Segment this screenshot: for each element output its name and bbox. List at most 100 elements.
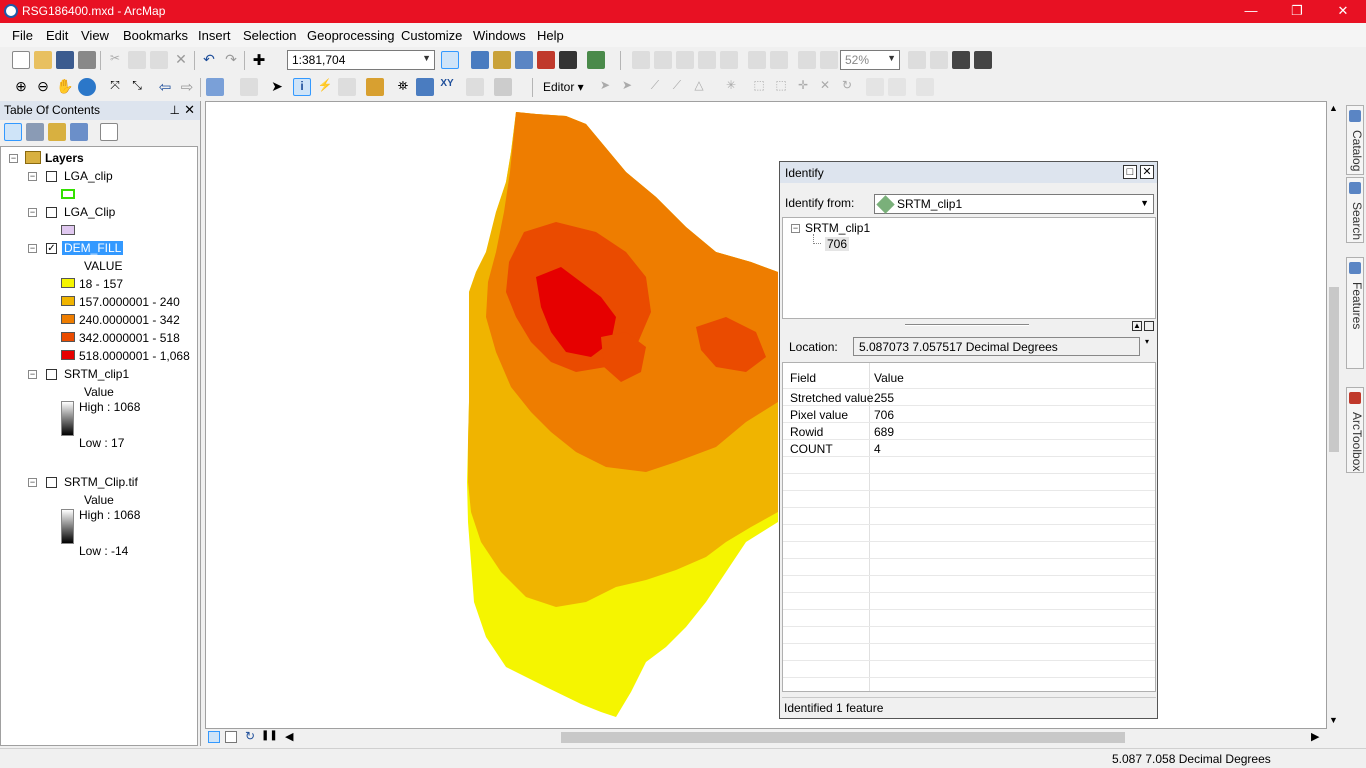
hyperlink-icon[interactable]: ⚡	[316, 78, 334, 96]
layer-visibility-checkbox[interactable]	[46, 477, 57, 488]
menu-view[interactable]: View	[81, 28, 109, 43]
zoom-out-icon[interactable]: ⊖	[34, 78, 52, 96]
menu-customize[interactable]: Customize	[401, 28, 462, 43]
scroll-down-icon[interactable]: ▼	[1329, 715, 1338, 725]
cut-icon[interactable]: ✂	[106, 51, 124, 69]
paste-icon[interactable]	[150, 51, 168, 69]
arctoolbox-icon[interactable]	[537, 51, 555, 69]
collapse-icon[interactable]: −	[28, 208, 37, 217]
find-route-icon[interactable]	[416, 78, 434, 96]
table-row[interactable]: COUNT 4	[783, 440, 1155, 457]
fixed-zoom-in-icon[interactable]	[632, 51, 650, 69]
editor-toolbar-icon[interactable]	[441, 51, 459, 69]
point-icon[interactable]: ✳	[722, 78, 740, 96]
stretch-ramp[interactable]	[61, 509, 74, 544]
layout-back-icon[interactable]	[798, 51, 816, 69]
split-tool-icon[interactable]: ✕	[816, 78, 834, 96]
layout-zoom-out-icon[interactable]	[770, 51, 788, 69]
list-by-selection-icon[interactable]	[70, 123, 88, 141]
create-features-icon[interactable]	[916, 78, 934, 96]
column-header-field[interactable]: Field	[790, 371, 816, 385]
go-forward-extent-icon[interactable]: ⇨	[178, 78, 196, 96]
legend-swatch[interactable]	[61, 296, 75, 306]
layout-zoom-combobox[interactable]: 52% ▼	[840, 50, 900, 70]
layer-name-dem-fill[interactable]: DEM_FILL	[62, 241, 124, 255]
layer-name-lga-clip-2[interactable]: LGA_Clip	[64, 205, 115, 219]
create-features-tab[interactable]: Create Features	[1346, 257, 1366, 369]
layer-name-lga-clip[interactable]: LGA_clip	[64, 169, 113, 183]
data-driven-pages-icon[interactable]	[974, 51, 992, 69]
fixed-zoom-out-map-icon[interactable]: ⤡	[128, 78, 146, 96]
cut-polygons-icon[interactable]: ✛	[794, 78, 812, 96]
layer-visibility-checkbox[interactable]	[46, 207, 57, 218]
result-layer-node[interactable]: SRTM_clip1	[805, 221, 870, 235]
catalog-tab[interactable]: Catalog	[1346, 105, 1364, 175]
search-window-icon[interactable]	[515, 51, 533, 69]
collapse-icon[interactable]: −	[791, 224, 800, 233]
dem-raster-map[interactable]	[206, 102, 1326, 728]
sketch-properties-icon[interactable]	[888, 78, 906, 96]
model-builder-icon[interactable]	[587, 51, 605, 69]
refresh-icon[interactable]: ↻	[245, 729, 255, 743]
redo-icon[interactable]: ↷	[222, 51, 240, 69]
layout-view-icon[interactable]	[225, 731, 237, 743]
full-extent-globe-icon[interactable]	[78, 78, 96, 96]
layer-visibility-checkbox[interactable]: ✓	[46, 243, 57, 254]
horizontal-scrollbar-thumb[interactable]	[561, 732, 1125, 743]
menu-help[interactable]: Help	[537, 28, 564, 43]
scrollbar-thumb[interactable]	[1329, 287, 1339, 452]
layer-visibility-checkbox[interactable]	[46, 369, 57, 380]
fixed-zoom-in-map-icon[interactable]: ⤧	[106, 78, 124, 96]
menu-insert[interactable]: Insert	[198, 28, 231, 43]
restore-button[interactable]: ❐	[1274, 0, 1320, 23]
measure-icon[interactable]	[366, 78, 384, 96]
zoom-whole-page-icon[interactable]	[698, 51, 716, 69]
collapse-icon[interactable]: −	[28, 244, 37, 253]
toggle-draft-mode-icon[interactable]	[908, 51, 926, 69]
catalog-window-icon[interactable]	[493, 51, 511, 69]
collapse-icon[interactable]: −	[28, 370, 37, 379]
zoom-100-icon[interactable]	[720, 51, 738, 69]
menu-windows[interactable]: Windows	[473, 28, 526, 43]
fixed-zoom-out-icon[interactable]	[654, 51, 672, 69]
menu-selection[interactable]: Selection	[243, 28, 296, 43]
menu-geoprocessing[interactable]: Geoprocessing	[307, 28, 394, 43]
list-by-source-icon[interactable]	[26, 123, 44, 141]
html-popup-icon[interactable]	[338, 78, 356, 96]
legend-swatch[interactable]	[61, 314, 75, 324]
straight-segment-icon[interactable]: ⟋	[646, 78, 664, 96]
layout-zoom-in-icon[interactable]	[748, 51, 766, 69]
layout-forward-icon[interactable]	[820, 51, 838, 69]
undo-icon[interactable]: ↶	[200, 51, 218, 69]
menu-file[interactable]: File	[12, 28, 33, 43]
close-icon[interactable]: ✕	[1140, 165, 1154, 179]
legend-swatch[interactable]	[61, 189, 75, 199]
scroll-right-icon[interactable]: ▶	[1311, 730, 1319, 743]
open-folder-icon[interactable]	[34, 51, 52, 69]
collapse-icon[interactable]: −	[28, 478, 37, 487]
select-features-icon[interactable]	[206, 78, 224, 96]
copy-icon[interactable]	[128, 51, 146, 69]
collapse-icon[interactable]: −	[9, 154, 18, 163]
delete-icon[interactable]: ✕	[172, 51, 190, 69]
go-to-xy-icon[interactable]: XY	[438, 78, 456, 96]
add-data-icon[interactable]: ✚	[250, 51, 268, 69]
layout-pan-icon[interactable]	[676, 51, 694, 69]
clear-selection-icon[interactable]	[240, 78, 258, 96]
layer-name-srtm-clip-tif[interactable]: SRTM_Clip.tif	[64, 475, 138, 489]
arctoolbox-tab[interactable]: ArcToolbox	[1346, 387, 1364, 473]
result-feature-node[interactable]: 706	[825, 237, 850, 251]
find-binoculars-icon[interactable]: ⛯	[394, 78, 412, 96]
time-slider-icon[interactable]	[466, 78, 484, 96]
identify-from-dropdown[interactable]: SRTM_clip1 ▼	[874, 194, 1154, 214]
zoom-in-icon[interactable]: ⊕	[12, 78, 30, 96]
search-tab[interactable]: Search	[1346, 177, 1364, 243]
list-by-drawing-order-icon[interactable]	[4, 123, 22, 141]
change-layout-icon[interactable]	[952, 51, 970, 69]
new-document-icon[interactable]	[12, 51, 30, 69]
legend-swatch[interactable]	[61, 350, 75, 360]
menu-bookmarks[interactable]: Bookmarks	[123, 28, 188, 43]
select-elements-icon[interactable]: ➤	[268, 78, 286, 96]
toc-options-icon[interactable]	[100, 123, 118, 141]
trace-icon[interactable]: △	[690, 78, 708, 96]
